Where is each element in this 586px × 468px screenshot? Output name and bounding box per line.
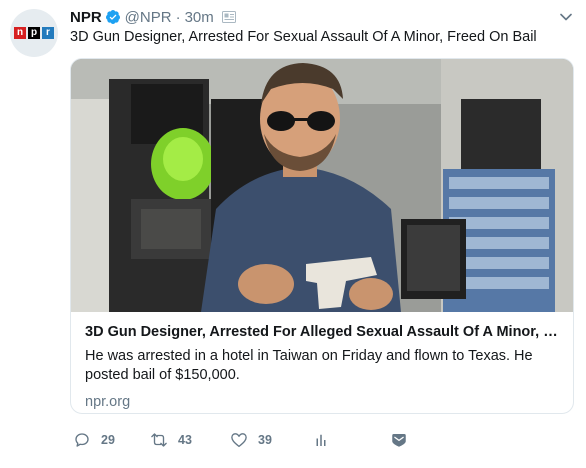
analytics-button[interactable] [312,431,330,449]
verified-icon [105,10,120,24]
card-image[interactable] [71,59,574,312]
tweet-actions: 29 43 39 [70,431,570,455]
npr-logo-letter-p: p [28,27,40,39]
tweet: n p r NPR @NPR · 30m 3D Gun Designer, Ar… [0,0,586,468]
chevron-down-icon[interactable] [560,13,572,21]
like-count: 39 [258,433,272,447]
card-title[interactable]: 3D Gun Designer, Arrested For Alleged Se… [85,322,561,342]
tweet-timestamp[interactable]: 30m [185,9,214,26]
header-separator: · [175,8,181,26]
account-handle[interactable]: @NPR [125,9,172,26]
reply-icon [75,433,89,447]
card-domain: npr.org [85,394,131,410]
reply-count: 29 [101,433,115,447]
tweet-header: NPR @NPR · 30m [70,7,236,27]
avatar[interactable]: n p r [10,9,58,57]
card-description: He was arrested in a hotel in Taiwan on … [85,348,533,383]
dm-button[interactable] [390,431,408,449]
analytics-icon [316,434,326,446]
npr-logo-letter-r: r [42,27,54,39]
retweet-icon [151,433,167,447]
retweet-button[interactable]: 43 [150,431,192,449]
account-name[interactable]: NPR [70,9,102,26]
card-body: 3D Gun Designer, Arrested For Alleged Se… [85,322,561,410]
envelope-icon [392,434,406,447]
reply-button[interactable]: 29 [73,431,115,449]
translate-icon[interactable] [221,11,236,23]
npr-logo: n p r [14,27,54,39]
like-button[interactable]: 39 [230,431,272,449]
link-card[interactable]: 3D Gun Designer, Arrested For Alleged Se… [70,58,574,414]
tweet-text: 3D Gun Designer, Arrested For Sexual Ass… [70,29,537,45]
npr-logo-letter-n: n [14,27,26,39]
retweet-count: 43 [178,433,192,447]
heart-icon [231,433,247,448]
